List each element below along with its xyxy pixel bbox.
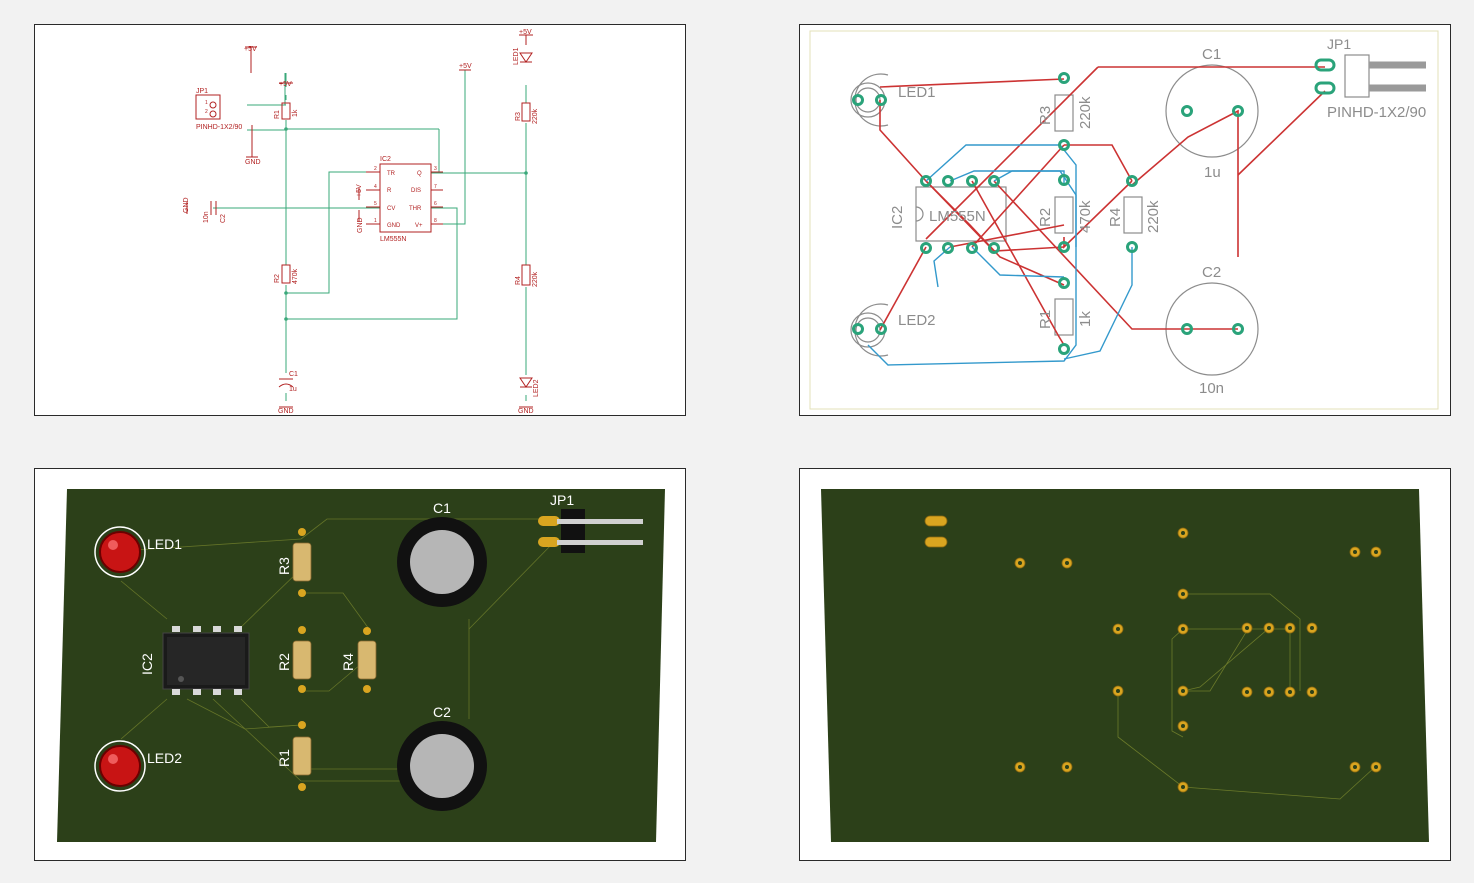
c2-value: 10n <box>203 211 210 223</box>
r1-label: R1 <box>276 749 292 767</box>
r4-label: R4 <box>1107 208 1124 227</box>
ic2-pin-num: 5 <box>374 201 377 207</box>
led1-label: LED1 <box>147 536 182 552</box>
r3-value: 220k <box>532 108 539 124</box>
jp1-value: PINHD-1X2/90 <box>1327 104 1426 121</box>
led2-label: LED2 <box>898 312 936 329</box>
c1-name: C1 <box>289 371 298 378</box>
schematic-canvas: +5V +5V +5V +5V GND GND GND GND GND +5V … <box>183 29 540 415</box>
supply-label: +5V <box>519 29 532 36</box>
supply-label: +5V <box>459 63 472 70</box>
ground-label: GND <box>278 408 294 415</box>
ic2-pin-cv: CV <box>387 206 395 212</box>
ic2-pin-dis: DIS <box>411 188 421 194</box>
ic2-pin-num: 3 <box>434 166 437 172</box>
jp1-name: JP1 <box>196 88 208 95</box>
c2-label: C2 <box>1202 264 1221 281</box>
ic2-pin-num: 7 <box>434 184 437 190</box>
schematic-nets <box>213 70 527 401</box>
supply-label: +5V <box>356 184 363 197</box>
ground-label: GND <box>518 408 534 415</box>
r2-label: R2 <box>276 653 292 671</box>
ground-label: GND <box>183 197 190 213</box>
r4-value: 220k <box>1145 200 1162 233</box>
pcb-bottom-surface <box>821 489 1429 842</box>
r2-value: 470k <box>292 268 299 284</box>
r3-value: 220k <box>1077 96 1094 129</box>
jp1-value: PINHD-1X2/90 <box>196 124 242 131</box>
ic2-pin-num: 8 <box>434 218 437 224</box>
bottom-layer-traces <box>867 144 1133 366</box>
c2-name: C2 <box>220 214 227 223</box>
c2-value: 10n <box>1199 380 1224 397</box>
r3-3d <box>292 542 312 582</box>
schematic-panel[interactable]: +5V +5V +5V +5V GND GND GND GND GND +5V … <box>34 24 686 416</box>
led1-3d <box>94 526 146 578</box>
render-bottom-canvas <box>821 489 1429 842</box>
r3-label: R3 <box>276 557 292 575</box>
r3-label: R3 <box>1037 106 1054 125</box>
r3-name: R3 <box>515 112 522 121</box>
ic2-pin-num: 6 <box>434 201 437 207</box>
led2-label: LED2 <box>147 750 182 766</box>
ic2-pin-gnd: GND <box>387 223 401 229</box>
board-3d-bottom-panel[interactable] <box>799 468 1451 861</box>
r4-3d <box>357 640 377 680</box>
r1-3d <box>292 736 312 776</box>
ic2-pin-thr: THR <box>409 206 422 212</box>
board-3d-top-panel[interactable]: LED1 LED2 IC2 R3 R2 R1 R4 C1 C2 JP1 <box>34 468 686 861</box>
supply-label: +5V <box>244 46 257 53</box>
led1-label: LED1 <box>898 84 936 101</box>
r2-value: 470k <box>1077 200 1094 233</box>
ground-label: GND <box>357 217 364 233</box>
r4-name: R4 <box>515 276 522 285</box>
ic2-pin-v: V+ <box>415 223 423 229</box>
r4-value: 220k <box>532 271 539 287</box>
r2-label: R2 <box>1037 208 1054 227</box>
jp1-pin-2: 2 <box>205 109 208 115</box>
ic2-label: IC2 <box>889 206 906 229</box>
c2-label: C2 <box>433 704 451 720</box>
supply-label: +5V <box>279 81 292 88</box>
ground-label: GND <box>245 159 261 166</box>
render-top-canvas: LED1 LED2 IC2 R3 R2 R1 R4 C1 C2 JP1 <box>57 489 665 842</box>
r4-label: R4 <box>340 653 356 671</box>
r1-label: R1 <box>1037 310 1054 329</box>
jp1-label: JP1 <box>1327 36 1351 52</box>
r2-name: R2 <box>274 274 281 283</box>
led2-name: LED2 <box>533 379 540 397</box>
jp1-pin-1: 1 <box>205 100 208 106</box>
c1-label: C1 <box>433 500 451 516</box>
board-canvas: LED1 LED2 IC2 LM555N R3 220k R2 470k R1 … <box>809 30 1439 410</box>
ic2-pin-num: 1 <box>374 218 377 224</box>
r1-value: 1k <box>1077 311 1094 327</box>
c1-value: 1u <box>1204 164 1221 181</box>
r2-3d <box>292 640 312 680</box>
c2-3d <box>397 721 487 811</box>
r1-name: R1 <box>274 110 281 119</box>
ic2-label: IC2 <box>139 653 155 675</box>
ic2-value: LM555N <box>380 236 406 243</box>
jp1-label: JP1 <box>550 492 574 508</box>
ic2-name: IC2 <box>380 156 391 163</box>
c1-value: 1u <box>289 386 297 393</box>
ic2-pin-num: 4 <box>374 184 377 190</box>
ic2-pin-q: Q <box>417 171 422 177</box>
led1-name: LED1 <box>513 47 520 65</box>
ic2-value: LM555N <box>929 208 986 225</box>
led2-3d <box>94 740 146 792</box>
c1-label: C1 <box>1202 46 1221 63</box>
ic2-pin-r: R <box>387 188 392 194</box>
ic2-pin-num: 2 <box>374 166 377 172</box>
board-layout-panel[interactable]: LED1 LED2 IC2 LM555N R3 220k R2 470k R1 … <box>799 24 1451 416</box>
ic2-pin-tr: TR <box>387 171 396 177</box>
c1-3d <box>397 517 487 607</box>
r1-value: 1k <box>292 109 299 117</box>
ic2-3d <box>162 626 250 695</box>
